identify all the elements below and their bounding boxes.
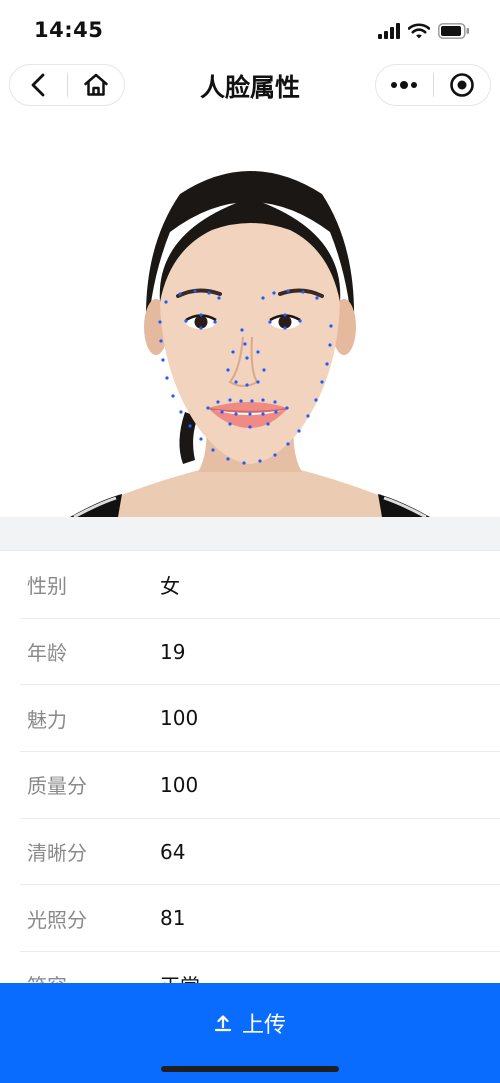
close-miniprogram-button[interactable] <box>433 64 490 106</box>
attribute-list: 性别 女 年龄 19 魅力 100 质量分 100 清晰分 64 光照分 81 … <box>0 552 500 983</box>
attribute-row-smile: 笑容 正常 <box>20 952 500 983</box>
attribute-label: 年龄 <box>27 641 67 666</box>
section-divider <box>0 517 500 551</box>
attribute-value: 女 <box>160 574 180 599</box>
upload-button-content: 上传 <box>214 1010 286 1038</box>
attribute-row-beauty: 魅力 100 <box>20 685 500 753</box>
attribute-label: 质量分 <box>27 774 87 799</box>
attribute-label: 清晰分 <box>27 841 87 866</box>
attribute-value: 19 <box>160 639 186 664</box>
page-title: 人脸属性 <box>199 73 300 102</box>
face-illustration <box>70 171 430 517</box>
status-bar: 14:45 <box>0 0 500 60</box>
nav-bar: 人脸属性 <box>0 60 500 112</box>
attribute-label: 光照分 <box>27 907 87 932</box>
home-indicator <box>161 1066 339 1072</box>
attribute-row-age: 年龄 19 <box>20 619 500 686</box>
more-dots-icon <box>391 81 418 89</box>
attribute-row-lighting: 光照分 81 <box>20 885 500 953</box>
attribute-value: 81 <box>160 906 186 931</box>
attribute-label: 性别 <box>27 574 67 599</box>
attribute-label: 笑容 <box>27 970 67 983</box>
attribute-label: 魅力 <box>27 707 67 732</box>
face-photo <box>0 112 500 517</box>
attribute-value: 正常 <box>160 970 200 983</box>
upload-button-label: 上传 <box>241 1013 286 1038</box>
upload-icon <box>214 1015 232 1032</box>
attribute-value: 100 <box>160 706 199 731</box>
back-button[interactable] <box>10 64 67 106</box>
more-button[interactable] <box>376 64 433 106</box>
attribute-row-clarity: 清晰分 64 <box>20 819 500 886</box>
attribute-value: 64 <box>160 839 186 864</box>
status-icons <box>378 20 470 42</box>
battery-icon <box>438 23 469 39</box>
attribute-row-gender: 性别 女 <box>20 552 500 619</box>
target-circle-icon <box>449 73 474 97</box>
nav-capsule-right <box>375 64 491 106</box>
attribute-value: 100 <box>160 772 199 797</box>
status-time: 14:45 <box>34 18 104 42</box>
back-arrow-icon <box>31 73 45 97</box>
attribute-row-quality: 质量分 100 <box>20 752 500 819</box>
wifi-icon <box>408 23 430 39</box>
cellular-signal-icon <box>378 23 400 39</box>
